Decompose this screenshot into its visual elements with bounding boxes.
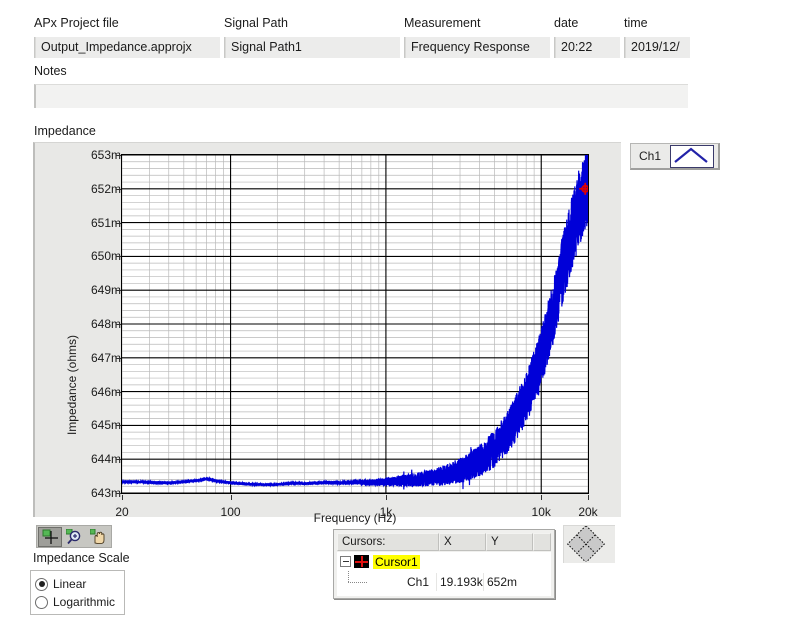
field-value-3[interactable]: 20:22 bbox=[554, 37, 620, 58]
y-axis-ticks: 643m 644m 645m 646m 647m 648m 649m 650m 651m 652m… bbox=[55, 148, 121, 500]
cursors-tree[interactable]: Cursor1 Ch1 19.193k 652m bbox=[337, 552, 551, 596]
radio-label: Logarithmic bbox=[53, 595, 116, 609]
y-tick-label: 645m bbox=[90, 418, 121, 433]
resize-diamond-icon[interactable] bbox=[563, 524, 615, 564]
peak-line-icon bbox=[670, 144, 715, 168]
impedance-scale-title: Impedance Scale bbox=[33, 551, 130, 565]
radio-dot-icon[interactable] bbox=[35, 595, 48, 609]
field-label-0: APx Project file bbox=[34, 16, 119, 30]
impedance-scale-group[interactable]: Linear Logarithmic bbox=[30, 570, 125, 615]
x-axis-label: Frequency (Hz) bbox=[313, 511, 397, 525]
field-label-1: Signal Path bbox=[224, 16, 288, 30]
y-tick-label: 646m bbox=[90, 384, 121, 399]
cursors-header-row: Cursors: X Y bbox=[337, 533, 551, 551]
y-tick-label: 653m bbox=[90, 148, 121, 162]
y-tick-label: 649m bbox=[90, 283, 121, 298]
radio-dot-icon[interactable] bbox=[35, 577, 48, 591]
field-label-3: date bbox=[554, 16, 579, 30]
radio-linear[interactable]: Linear bbox=[35, 575, 124, 593]
y-tick-label: 651m bbox=[90, 215, 121, 230]
crosshair-icon[interactable] bbox=[38, 526, 62, 547]
radio-logarithmic[interactable]: Logarithmic bbox=[35, 593, 124, 611]
cursor-x-value: 19.193k bbox=[436, 573, 483, 591]
column-header-y[interactable]: Y bbox=[486, 533, 533, 551]
legend-label-ch1: Ch1 bbox=[639, 149, 662, 163]
notes-field[interactable] bbox=[34, 84, 688, 108]
chart-legend[interactable]: Ch1 bbox=[630, 143, 721, 170]
cursors-panel[interactable]: Cursors: X Y Cursor1 Ch1 19.193k 652m bbox=[333, 529, 555, 599]
y-tick-label: 643m bbox=[90, 486, 121, 500]
y-tick-label: 650m bbox=[90, 249, 121, 264]
cursor-root-row[interactable]: Cursor1 bbox=[337, 552, 551, 571]
field-label-4: time bbox=[624, 16, 648, 30]
collapse-icon[interactable] bbox=[340, 556, 351, 567]
radio-label: Linear bbox=[53, 577, 87, 591]
cursor-y-value: 652m bbox=[483, 573, 530, 591]
x-tick-mark bbox=[122, 495, 123, 500]
y-tick-label: 647m bbox=[90, 350, 121, 365]
chart-svg bbox=[122, 155, 588, 493]
graph-title: Impedance bbox=[34, 124, 96, 138]
chart-toolbar[interactable] bbox=[36, 525, 112, 548]
y-tick-label: 652m bbox=[90, 181, 121, 196]
cursor-crosshair-icon bbox=[354, 555, 369, 568]
table-row[interactable]: Ch1 19.193k 652m bbox=[337, 573, 551, 591]
field-value-4[interactable]: 2019/12/ bbox=[624, 37, 690, 58]
cursor-name-label[interactable]: Cursor1 bbox=[373, 554, 420, 569]
tree-connector-vertical bbox=[348, 571, 350, 582]
x-tick-mark bbox=[541, 495, 543, 500]
tree-connector-horizontal bbox=[348, 582, 367, 584]
plot-area[interactable] bbox=[121, 154, 589, 494]
field-label-2: Measurement bbox=[404, 16, 481, 30]
report-header: APx Project file Output_Impedance.approjx… bbox=[34, 16, 694, 112]
y-tick-label: 644m bbox=[90, 452, 121, 467]
series-ch1-trace bbox=[122, 155, 588, 490]
field-value-2[interactable]: Frequency Response bbox=[404, 37, 550, 58]
x-tick-mark bbox=[385, 495, 387, 500]
hand-icon[interactable] bbox=[86, 527, 110, 547]
column-header-x[interactable]: X bbox=[439, 533, 486, 551]
x-tick-mark bbox=[230, 495, 232, 500]
column-header-spacer bbox=[533, 533, 551, 551]
field-value-0[interactable]: Output_Impedance.approjx bbox=[34, 37, 220, 58]
y-tick-label: 648m bbox=[90, 317, 121, 331]
x-tick-mark bbox=[588, 495, 589, 500]
grid-major bbox=[122, 155, 588, 493]
notes-label: Notes bbox=[34, 64, 67, 78]
plot-panel: Impedance (ohms) 643m 644m 645m 646m 647m 648… bbox=[33, 142, 621, 525]
field-value-1[interactable]: Signal Path1 bbox=[224, 37, 400, 58]
magnifier-plus-icon[interactable] bbox=[62, 527, 86, 547]
column-header-cursors[interactable]: Cursors: bbox=[337, 533, 439, 551]
